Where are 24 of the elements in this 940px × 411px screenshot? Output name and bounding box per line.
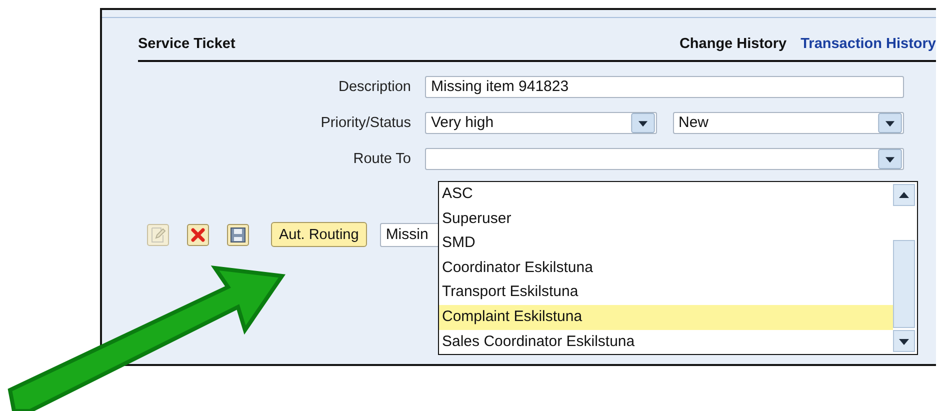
dropdown-option[interactable]: SMD bbox=[439, 231, 893, 256]
field-label: Route To bbox=[352, 151, 412, 167]
dropdown-option[interactable]: Complaint Eskilstuna bbox=[439, 304, 893, 330]
dropdown-field[interactable]: Very high bbox=[425, 112, 656, 134]
dropdown-option[interactable]: ASC bbox=[439, 182, 893, 207]
history-tab[interactable]: Change History bbox=[679, 36, 787, 52]
field-label: Description bbox=[337, 79, 412, 95]
dropdown-field[interactable]: New bbox=[672, 112, 904, 134]
scroll-up-icon[interactable] bbox=[893, 184, 915, 206]
save-icon[interactable] bbox=[227, 224, 249, 246]
panel-title: Service Ticket bbox=[138, 36, 236, 52]
auto-routing-button[interactable]: Aut. Routing bbox=[271, 222, 367, 247]
scrollbar-thumb[interactable] bbox=[893, 240, 915, 328]
dropdown-option[interactable]: Sales Coordinator Eskilstuna bbox=[439, 330, 893, 354]
dropdown-option[interactable]: Superuser bbox=[439, 206, 893, 232]
dropdown-option[interactable]: Coordinator Eskilstuna bbox=[439, 256, 893, 280]
text-field[interactable]: Missing item 941823 bbox=[425, 76, 904, 98]
field-label: Priority/Status bbox=[320, 115, 412, 131]
dropdown-option[interactable]: Transport Eskilstuna bbox=[439, 280, 893, 305]
scroll-down-icon[interactable] bbox=[893, 330, 915, 352]
text-field[interactable]: Missin bbox=[380, 222, 440, 246]
delete-icon[interactable] bbox=[187, 224, 209, 246]
history-tab[interactable]: Transaction History bbox=[800, 36, 936, 52]
dropdown-field[interactable] bbox=[425, 148, 904, 170]
